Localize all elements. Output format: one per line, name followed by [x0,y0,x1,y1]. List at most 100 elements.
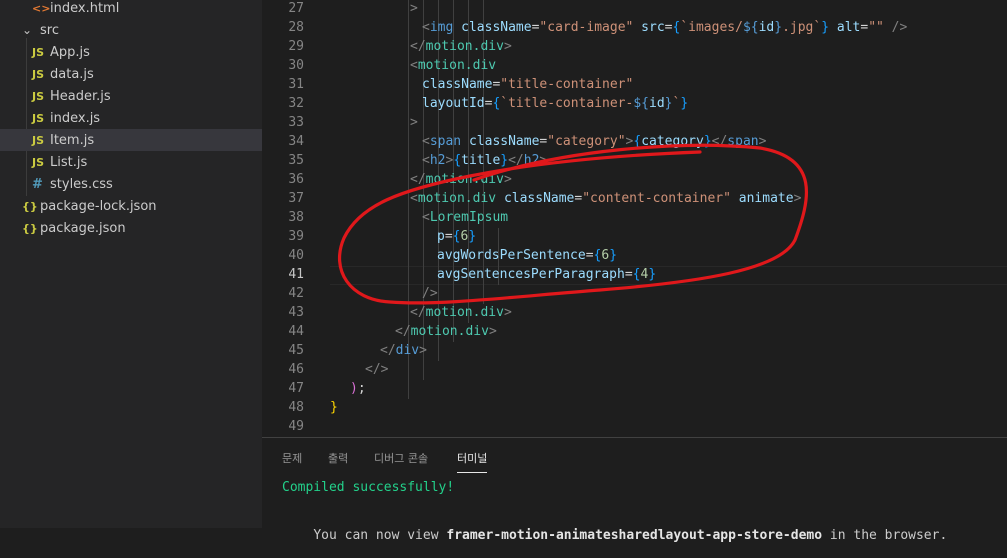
code-line[interactable]: 34 <span className="category">{category}<… [262,132,1007,151]
code-line[interactable]: 44 </motion.div> [262,322,1007,341]
code-token: } [680,96,689,111]
sidebar-item-data-js[interactable]: JS data.js [0,63,262,85]
code-line[interactable]: 31 className="title-container" [262,75,1007,94]
code-token: src [641,20,665,35]
code-line[interactable]: 40 avgWordsPerSentence={6} [262,246,1007,265]
sidebar-item-package-lock-json[interactable]: {} package-lock.json [0,195,262,217]
sidebar-item-header-js[interactable]: JS Header.js [0,85,262,107]
code-token: div [395,343,420,358]
code-token: </> [365,362,389,377]
code-token: p [437,229,445,244]
sidebar-item-index-js[interactable]: JS index.js [0,107,262,129]
code-token: > [793,191,802,206]
code-line[interactable]: 45 </div> [262,341,1007,360]
sidebar-item-label: styles.css [50,176,113,192]
code-text: </> [365,360,388,379]
terminal-text: in the browser. [822,528,948,543]
code-line[interactable]: 46 </> [262,360,1007,379]
code-token: motion.div [417,58,497,73]
line-number: 37 [288,191,304,206]
code-text: </motion.div> [395,322,497,341]
code-token: </ [711,134,728,149]
code-token: } [774,20,783,35]
tab-terminal[interactable]: 터미널 [457,450,488,473]
code-token: id [758,20,775,35]
code-line[interactable]: 49 [262,417,1007,436]
code-token: { [632,267,641,282]
code-text: > [410,113,418,132]
code-token: < [410,191,418,206]
line-number: 36 [288,172,304,187]
line-number: 41 [288,267,304,282]
code-token: ${ [633,96,649,111]
code-token: > [410,115,418,130]
code-token: } [648,267,657,282]
code-line[interactable]: 48} [262,398,1007,417]
code-token: img [429,20,454,35]
code-text: p={6} [437,227,476,246]
code-token: </ [380,343,396,358]
code-editor[interactable]: 27 >28 <img className="card-image" src={`i… [262,0,1007,437]
code-token: motion.div [410,324,489,339]
code-text: </div> [380,341,427,360]
code-token: `images/ [680,20,743,35]
code-line[interactable]: 38 <LoremIpsum [262,208,1007,227]
sidebar-item-app-js[interactable]: JS App.js [0,41,262,63]
code-token: } [500,153,509,168]
code-token: = [585,248,594,263]
code-token: </ [410,172,426,187]
tab-debug-console[interactable]: 디버그 콘솔 [374,450,428,472]
code-token: </ [508,153,524,168]
line-number: 44 [288,324,304,339]
line-number: 27 [288,1,304,16]
code-line[interactable]: 29 </motion.div> [262,37,1007,56]
code-text: <span className="category">{category}</s… [422,132,766,151]
javascript-file-icon: JS [32,155,45,169]
code-line[interactable]: 42 /> [262,284,1007,303]
code-token: avgWordsPerSentence [437,248,586,263]
tab-output[interactable]: 출력 [328,450,348,472]
code-token: > [503,39,512,54]
code-line[interactable]: 43 </motion.div> [262,303,1007,322]
code-text: <motion.div [410,56,496,75]
code-token: className [503,191,575,206]
code-line[interactable]: 32 layoutId={`title-container-${id}`} [262,94,1007,113]
code-line[interactable]: 41 avgSentencesPerParagraph={4} [262,265,1007,284]
sidebar-item-index-html[interactable]: <> index.html [0,0,262,19]
code-token: "content-container" [582,191,731,206]
sidebar-item-styles-css[interactable]: # styles.css [0,173,262,195]
code-token: LoremIpsum [429,210,509,225]
code-line[interactable]: 28 <img className="card-image" src={`imag… [262,18,1007,37]
code-text: } [330,398,338,417]
code-token: > [419,343,427,358]
code-line[interactable]: 36 </motion.div> [262,170,1007,189]
code-line[interactable]: 39 p={6} [262,227,1007,246]
sidebar-item-src-folder[interactable]: ⌄ src [0,19,262,41]
code-token: > [539,153,548,168]
code-text: className="title-container" [422,75,633,94]
code-line[interactable]: 30 <motion.div [262,56,1007,75]
sidebar-item-item-js[interactable]: JS Item.js [0,129,262,151]
code-token: span [429,134,462,149]
chevron-down-icon: ⌄ [22,23,33,37]
sidebar-item-package-json[interactable]: {} package.json [0,217,262,239]
code-line[interactable]: 33 > [262,113,1007,132]
code-token: /> [883,20,908,35]
code-line[interactable]: 47); [262,379,1007,398]
code-line[interactable]: 37 <motion.div className="content-contain… [262,189,1007,208]
code-line[interactable]: 35 <h2>{title}</h2> [262,151,1007,170]
code-token: title [461,153,501,168]
code-text: <img className="card-image" src={`images… [422,18,907,37]
javascript-file-icon: JS [32,67,45,81]
tab-problems[interactable]: 문제 [282,450,302,472]
line-number: 28 [288,20,304,35]
code-token: className [422,77,493,92]
code-token: > [488,324,497,339]
sidebar-item-label: src [40,22,59,38]
code-text: </motion.div> [410,170,512,189]
sidebar-item-list-js[interactable]: JS List.js [0,151,262,173]
code-line[interactable]: 27 > [262,0,1007,18]
